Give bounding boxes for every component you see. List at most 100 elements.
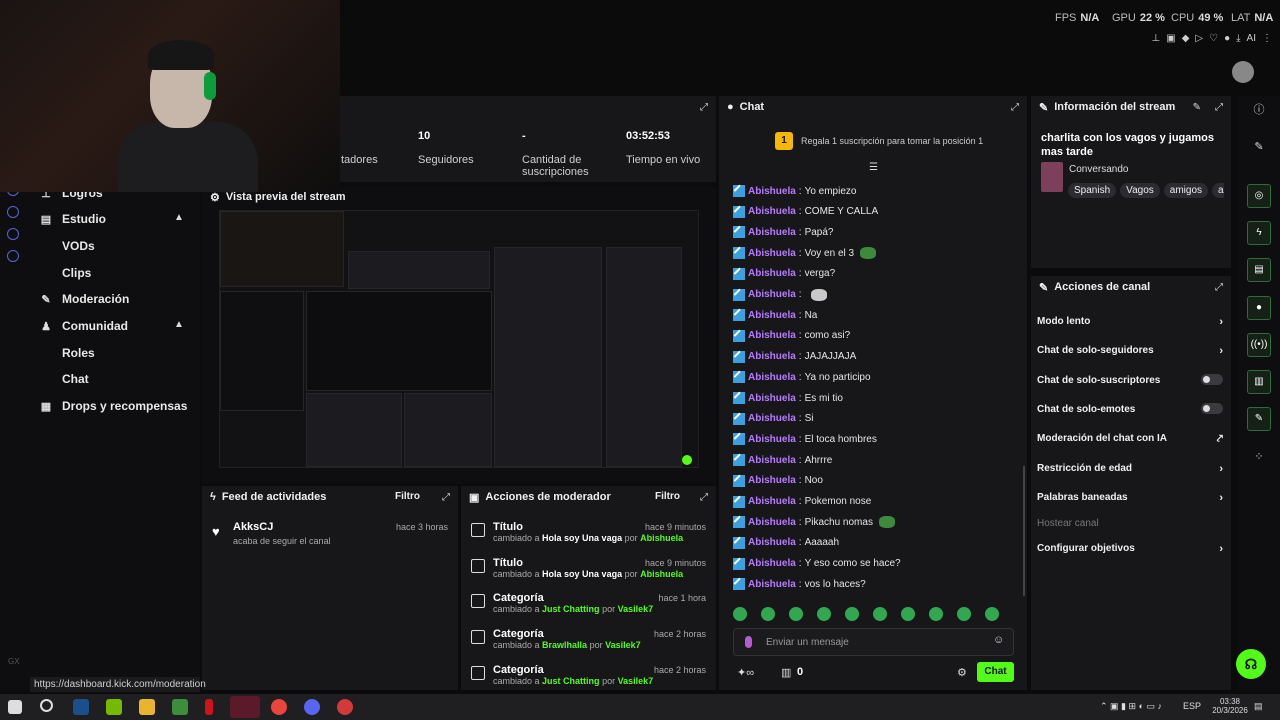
chat-username[interactable]: Abishuela — [748, 537, 796, 548]
chat-username[interactable]: Abishuela — [748, 268, 796, 279]
chat-username[interactable]: Abishuela — [748, 579, 796, 590]
search-icon[interactable] — [40, 699, 53, 712]
chat-username[interactable]: Abishuela — [748, 227, 796, 238]
nvidia-icon[interactable] — [106, 699, 122, 715]
bolt-icon[interactable]: ϟ — [1247, 221, 1271, 245]
chat-scrollbar[interactable] — [1023, 466, 1025, 596]
sidebar-item-drops[interactable]: ▦ Drops y recompensas — [40, 399, 188, 413]
notification-icon[interactable]: ▤ — [1254, 701, 1263, 712]
shield-icon[interactable]: ◆ — [1182, 33, 1190, 44]
expand-icon[interactable]: ⤢ — [1215, 282, 1223, 293]
emoji-icon[interactable]: ☺ — [993, 634, 1004, 646]
notes-icon[interactable]: ▤ — [1247, 258, 1271, 282]
rail-icon[interactable] — [7, 228, 19, 240]
chat-username[interactable]: Abishuela — [748, 455, 796, 466]
gift-banner[interactable]: Regala 1 suscripción para tomar la posic… — [801, 136, 983, 146]
sidebar-item-vods[interactable]: VODs — [62, 239, 95, 253]
menu-icon[interactable]: ⋮ — [1262, 33, 1272, 44]
folder-icon[interactable] — [139, 699, 155, 715]
chat-username[interactable]: Abishuela — [748, 496, 796, 507]
action-slow-mode[interactable]: Modo lento › — [1037, 316, 1223, 328]
emote-icon[interactable] — [733, 607, 747, 621]
chat-username[interactable]: Abishuela — [748, 372, 796, 383]
clock[interactable]: 03:38 20/3/2026 — [1212, 697, 1248, 715]
sidebar-item-estudio[interactable]: ▤ Estudio — [40, 212, 106, 226]
chat-input[interactable]: Enviar un mensaje — [733, 628, 1014, 656]
chat-bubble-icon[interactable]: ● — [1247, 296, 1271, 320]
windows-start-icon[interactable] — [8, 700, 22, 714]
points-icon[interactable]: ✦∞ — [737, 666, 754, 679]
expand-icon[interactable]: ⤢ — [700, 492, 708, 503]
store-icon[interactable]: ▥ — [781, 666, 791, 679]
expand-icon[interactable]: ⤢ — [1215, 102, 1223, 113]
server-icon[interactable]: ▥ — [1247, 370, 1271, 394]
tray-chevron-icon[interactable]: ⌃ ▣ ▮ ⊞ ◐ ▭ ♪ — [1100, 701, 1162, 712]
chat-username[interactable]: Abishuela — [748, 558, 796, 569]
chat-username[interactable]: Abishuela — [748, 413, 796, 424]
toggle[interactable] — [1201, 403, 1223, 414]
send-chat-button[interactable]: Chat — [977, 662, 1014, 682]
emote-icon[interactable] — [789, 607, 803, 621]
chat-username[interactable]: Abishuela — [748, 310, 796, 321]
emote-icon[interactable] — [761, 607, 775, 621]
opera-gx-icon[interactable] — [230, 696, 260, 718]
expand-icon[interactable]: ⤢ — [442, 492, 450, 503]
edit-icon[interactable]: ✎ — [1193, 102, 1201, 113]
chat-username[interactable]: Abishuela — [748, 393, 796, 404]
support-button[interactable]: ☊ — [1236, 649, 1266, 679]
expand-icon[interactable]: ⤢ — [700, 102, 708, 113]
expand-icon[interactable]: ⤢ — [1011, 102, 1019, 113]
chat-username[interactable]: Abishuela — [748, 206, 796, 217]
heart-icon[interactable]: ♡ — [1209, 33, 1218, 44]
broadcast-icon[interactable]: ((•)) — [1247, 333, 1271, 357]
chat-username[interactable]: Abishuela — [748, 248, 796, 259]
chat-username[interactable]: Abishuela — [748, 330, 796, 341]
stream-preview-video[interactable] — [219, 210, 699, 468]
gear-icon[interactable]: ⚙ — [957, 666, 967, 679]
emote-icon[interactable] — [901, 607, 915, 621]
discord-icon[interactable] — [304, 699, 320, 715]
app-icon[interactable] — [337, 699, 353, 715]
mic-icon[interactable] — [745, 636, 752, 648]
target-icon[interactable]: ◎ — [1247, 184, 1271, 208]
action-emotes-only[interactable]: Chat de solo-emotes — [1037, 403, 1223, 415]
sidebar-item-roles[interactable]: Roles — [62, 346, 95, 360]
info-icon[interactable]: ⓘ — [1247, 99, 1271, 123]
language-indicator[interactable]: ESP — [1183, 701, 1201, 711]
chat-username[interactable]: Abishuela — [748, 289, 796, 300]
steam-icon[interactable] — [73, 699, 89, 715]
action-subscribers-only[interactable]: Chat de solo-suscriptores — [1037, 374, 1223, 386]
netflix-icon[interactable] — [205, 699, 213, 715]
avatar[interactable] — [1232, 61, 1254, 83]
emote-icon[interactable] — [845, 607, 859, 621]
rail-icon[interactable] — [7, 250, 19, 262]
sidebar-item-moderacion[interactable]: ✎ Moderación — [40, 292, 129, 306]
action-goals[interactable]: Configurar objetivos › — [1037, 543, 1223, 555]
chevron-up-icon[interactable]: ▲ — [174, 319, 184, 330]
action-banned-words[interactable]: Palabras baneadas › — [1037, 492, 1223, 504]
app-icon[interactable] — [172, 699, 188, 715]
nodes-icon[interactable]: ⁘ — [1247, 446, 1271, 470]
chrome-icon[interactable] — [271, 699, 287, 715]
action-age-restriction[interactable]: Restricción de edad › — [1037, 463, 1223, 475]
pin-icon[interactable]: ⊥ — [1152, 33, 1161, 44]
pencil-icon[interactable]: ✎ — [1247, 136, 1271, 160]
profile-icon[interactable]: ● — [1224, 33, 1230, 44]
chat-username[interactable]: Abishuela — [748, 475, 796, 486]
action-followers-only[interactable]: Chat de solo-seguidores › — [1037, 345, 1223, 357]
pinned-chevron-icon[interactable]: ☰ — [869, 162, 878, 173]
extension-icon[interactable]: ▣ — [1166, 33, 1175, 44]
filter-button[interactable]: Filtro — [395, 491, 420, 502]
wrench-icon[interactable]: ✎ — [1247, 407, 1271, 431]
rail-icon[interactable] — [7, 206, 19, 218]
play-icon[interactable]: ▷ — [1195, 33, 1203, 44]
chat-username[interactable]: Abishuela — [748, 186, 796, 197]
chat-username[interactable]: Abishuela — [748, 351, 796, 362]
emote-icon[interactable] — [873, 607, 887, 621]
chat-username[interactable]: Abishuela — [748, 434, 796, 445]
sidebar-item-comunidad[interactable]: ♟ Comunidad — [40, 319, 128, 333]
filter-button[interactable]: Filtro — [655, 491, 680, 502]
ai-button[interactable]: AI — [1247, 33, 1256, 44]
action-ai-moderation[interactable]: Moderación del chat con IA ⤤ — [1037, 433, 1223, 445]
sidebar-item-clips[interactable]: Clips — [62, 266, 91, 280]
